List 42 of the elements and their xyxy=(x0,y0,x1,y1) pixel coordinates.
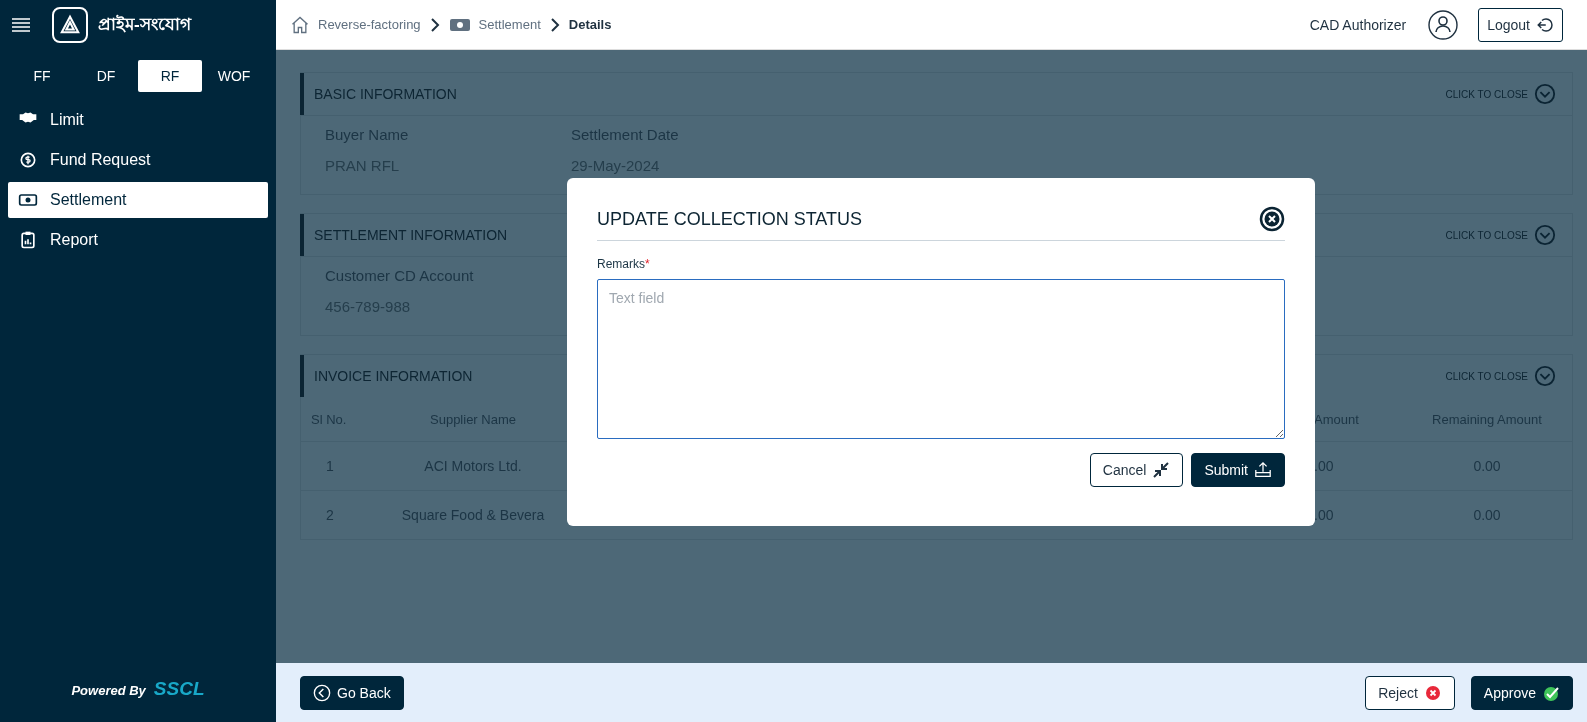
cancel-button[interactable]: Cancel xyxy=(1089,453,1184,487)
sidebar-item[interactable]: Fund Request xyxy=(8,142,268,178)
go-back-button[interactable]: Go Back xyxy=(300,675,404,710)
product-tab[interactable]: DF xyxy=(74,60,138,92)
sidebar-item[interactable]: Settlement xyxy=(8,182,268,218)
sidebar-item[interactable]: Limit xyxy=(8,102,268,138)
submit-button[interactable]: Submit xyxy=(1191,453,1285,487)
product-tab[interactable]: WOF xyxy=(202,60,266,92)
upload-icon xyxy=(1254,461,1272,479)
logo-icon xyxy=(52,7,88,43)
remarks-field[interactable]: Text field xyxy=(597,279,1285,439)
error-icon xyxy=(1423,683,1442,702)
chevron-right-icon xyxy=(548,17,561,32)
breadcrumb-item: Details xyxy=(568,17,612,32)
logout-icon xyxy=(1536,15,1554,34)
collapse-arrows-icon xyxy=(1152,461,1171,479)
user-avatar-icon[interactable] xyxy=(1428,9,1459,40)
home-icon xyxy=(290,14,310,35)
reject-button[interactable]: Reject xyxy=(1365,675,1455,710)
powered-by-label: Powered By xyxy=(71,683,146,698)
required-mark: * xyxy=(645,257,650,271)
menu-icon[interactable] xyxy=(12,18,30,32)
chevron-down-icon xyxy=(1534,83,1556,105)
breadcrumb-item[interactable]: Settlement xyxy=(478,17,541,32)
sidebar-item[interactable]: Report xyxy=(8,222,268,258)
brand-name: প্রাইম-সংযোগ xyxy=(98,14,191,36)
logout-button[interactable]: Logout xyxy=(1478,7,1563,42)
close-icon[interactable] xyxy=(1259,206,1285,232)
chevron-down-icon xyxy=(1534,365,1556,387)
dollar-cycle-icon xyxy=(18,150,38,170)
vendor-logo: SSCL xyxy=(153,678,205,700)
section-title: BASIC INFORMATION xyxy=(300,73,1440,115)
chevron-right-icon xyxy=(428,17,441,32)
approve-button[interactable]: Approve xyxy=(1470,675,1573,710)
field-label: Remarks xyxy=(597,257,645,271)
banknote-icon xyxy=(448,17,471,32)
chevron-down-icon xyxy=(1534,224,1556,246)
user-role: CAD Authorizer xyxy=(1309,16,1407,33)
breadcrumb-item[interactable]: Reverse-factoring xyxy=(318,17,421,32)
product-tab[interactable]: RF xyxy=(138,60,202,92)
clipboard-chart-icon xyxy=(18,230,38,250)
product-tab[interactable]: FF xyxy=(10,60,74,92)
